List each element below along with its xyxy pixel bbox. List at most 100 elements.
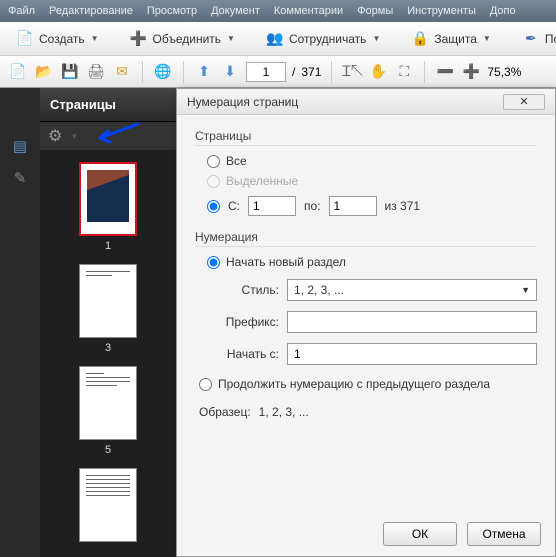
page-separator: / <box>292 65 295 79</box>
arrow-annotation <box>92 120 142 146</box>
close-button[interactable]: ✕ <box>503 94 545 110</box>
to-label: по: <box>304 199 321 213</box>
dropdown-icon[interactable]: ▼ <box>70 132 78 141</box>
start-input[interactable] <box>287 343 537 365</box>
to-input[interactable] <box>329 196 377 216</box>
chevron-down-icon: ▼ <box>521 285 530 295</box>
pages-group: Страницы Все Выделенные С: по: из 371 <box>195 129 537 216</box>
thumbnail-page <box>79 264 137 338</box>
new-document-icon: 📄 <box>15 29 35 49</box>
thumbnail-page <box>79 468 137 542</box>
zoom-in-icon[interactable]: ➕ <box>461 62 481 82</box>
cancel-button[interactable]: Отмена <box>467 522 541 546</box>
option-continue-row[interactable]: Продолжить нумерацию с предыдущего разде… <box>199 377 537 391</box>
prefix-input[interactable] <box>287 311 537 333</box>
merge-button[interactable]: ➕ Объединить ▼ <box>122 25 242 53</box>
thumbnail-number: 5 <box>105 444 111 456</box>
sign-button[interactable]: ✒ Подпись ▼ <box>514 25 556 53</box>
thumbnail-item[interactable] <box>79 468 137 542</box>
thumbnail-number: 3 <box>105 342 111 354</box>
separator <box>142 61 143 83</box>
numbering-group: Нумерация Начать новый раздел Стиль: 1, … <box>195 230 537 391</box>
style-select[interactable]: 1, 2, 3, ... ▼ <box>287 279 537 301</box>
thumbnail-item[interactable]: 5 <box>79 366 137 456</box>
nav-toolbar: 📄 📂 💾 🖨 ✉ 🌐 ⬆ ⬇ / 371 Ꮖ↖ ✋ ⛶ ➖ ➕ 75,3% <box>0 56 556 88</box>
start-label: Начать с: <box>215 347 279 361</box>
prefix-label: Префикс: <box>215 315 279 329</box>
menu-comments[interactable]: Комментарии <box>274 5 343 17</box>
separator <box>424 61 425 83</box>
menu-document[interactable]: Документ <box>211 5 260 17</box>
open-icon[interactable]: 📂 <box>34 62 54 82</box>
of-total-label: из 371 <box>385 199 421 213</box>
gear-icon[interactable]: ⚙ <box>48 126 62 146</box>
menu-tools[interactable]: Инструменты <box>407 5 476 17</box>
ok-button[interactable]: ОК <box>383 522 457 546</box>
thumbnail-item[interactable]: 3 <box>79 264 137 354</box>
menu-help[interactable]: Допо <box>490 5 516 17</box>
thumbnail-item[interactable]: 1 <box>79 162 137 252</box>
pen-icon: ✒ <box>521 29 541 49</box>
create-button[interactable]: 📄 Создать ▼ <box>8 25 106 53</box>
dialog-buttons: ОК Отмена <box>383 522 541 546</box>
separator <box>331 61 332 83</box>
pages-group-label: Страницы <box>195 129 537 146</box>
start-row: Начать с: <box>215 343 537 365</box>
menubar: Файл Редактирование Просмотр Документ Ко… <box>0 0 556 22</box>
pages-panel-title: Страницы <box>40 88 176 122</box>
bookmarks-tab-icon[interactable]: ✎ <box>10 168 30 188</box>
dropdown-icon: ▼ <box>91 34 99 43</box>
separator <box>183 61 184 83</box>
menu-view[interactable]: Просмотр <box>147 5 197 17</box>
page-total: 371 <box>301 65 321 79</box>
next-page-icon[interactable]: ⬇ <box>220 62 240 82</box>
page-icon[interactable]: 📄 <box>8 62 28 82</box>
prev-page-icon[interactable]: ⬆ <box>194 62 214 82</box>
page-number-input[interactable] <box>246 62 286 82</box>
option-selected-row: Выделенные <box>207 174 537 188</box>
option-range-row: С: по: из 371 <box>207 196 537 216</box>
collaborate-label: Сотрудничать <box>289 32 366 46</box>
collaborate-button[interactable]: 👥 Сотрудничать ▼ <box>258 25 387 53</box>
dialog-titlebar: Нумерация страниц ✕ <box>177 89 555 115</box>
thumbnail-page <box>79 162 137 236</box>
radio-all[interactable] <box>207 155 220 168</box>
save-icon[interactable]: 💾 <box>60 62 80 82</box>
from-input[interactable] <box>248 196 296 216</box>
sample-row: Образец: 1, 2, 3, ... <box>199 405 537 419</box>
thumbnail-number: 1 <box>105 240 111 252</box>
menu-forms[interactable]: Формы <box>357 5 393 17</box>
text-select-icon[interactable]: Ꮖ↖ <box>342 62 362 82</box>
snapshot-icon[interactable]: ⛶ <box>394 62 414 82</box>
protect-button[interactable]: 🔒 Защита ▼ <box>403 25 497 53</box>
merge-icon: ➕ <box>129 29 149 49</box>
new-section-label: Начать новый раздел <box>226 255 346 269</box>
prefix-row: Префикс: <box>215 311 537 333</box>
world-icon[interactable]: 🌐 <box>153 62 173 82</box>
create-label: Создать <box>39 32 85 46</box>
pages-panel: Страницы ⚙ ▼ 1 3 5 <box>40 88 176 557</box>
radio-from[interactable] <box>207 200 220 213</box>
thumbnails-list: 1 3 5 <box>40 150 176 557</box>
menu-file[interactable]: Файл <box>8 5 35 17</box>
radio-new-section[interactable] <box>207 256 220 269</box>
lock-icon: 🔒 <box>410 29 430 49</box>
thumbnail-page <box>79 366 137 440</box>
style-value: 1, 2, 3, ... <box>294 283 344 297</box>
zoom-out-icon[interactable]: ➖ <box>435 62 455 82</box>
menu-edit[interactable]: Редактирование <box>49 5 133 17</box>
sign-label: Подпись <box>545 32 556 46</box>
pages-tab-icon[interactable]: ▤ <box>10 136 30 156</box>
radio-continue[interactable] <box>199 378 212 391</box>
option-all-row[interactable]: Все <box>207 154 537 168</box>
main-area: ▤ ✎ Страницы ⚙ ▼ 1 3 5 <box>0 88 556 557</box>
pages-panel-tools: ⚙ ▼ <box>40 122 176 150</box>
from-label: С: <box>228 199 240 213</box>
mail-icon[interactable]: ✉ <box>112 62 132 82</box>
sample-value: 1, 2, 3, ... <box>259 405 309 419</box>
option-new-section-row[interactable]: Начать новый раздел <box>207 255 537 269</box>
print-icon[interactable]: 🖨 <box>86 62 106 82</box>
hand-tool-icon[interactable]: ✋ <box>368 62 388 82</box>
zoom-value[interactable]: 75,3% <box>487 65 521 79</box>
dropdown-icon: ▼ <box>372 34 380 43</box>
